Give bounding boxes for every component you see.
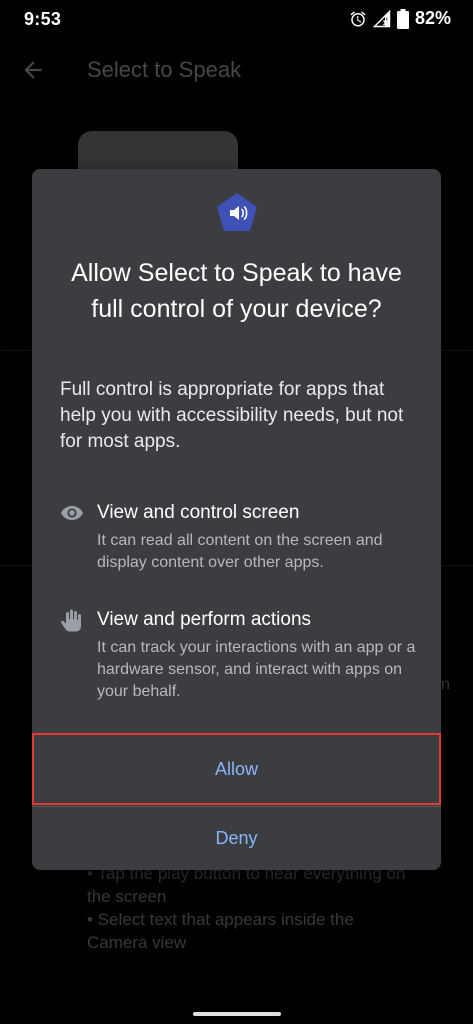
signal-icon: [372, 9, 391, 27]
status-icons: 82%: [349, 8, 451, 29]
battery-icon: [396, 8, 409, 29]
alarm-icon: [350, 10, 366, 26]
status-time: 9:53: [24, 9, 62, 29]
screen: Select to Speak n • Tap the play button …: [0, 0, 473, 1024]
permission-title: View and perform actions: [97, 609, 312, 630]
eye-icon: [61, 506, 83, 520]
permission-dialog: Allow Select to Speak to have full contr…: [32, 169, 441, 870]
allow-highlight-box: [32, 733, 441, 805]
gesture-nav-handle[interactable]: [193, 1012, 281, 1016]
permission-title: View and control screen: [97, 502, 300, 523]
hand-icon: [61, 609, 81, 632]
dialog-title: Allow Select to Speak to have full contr…: [71, 259, 402, 323]
select-to-speak-app-icon: [217, 193, 257, 231]
battery-level: 82%: [414, 8, 451, 28]
status-bar: 9:53 82%: [0, 0, 473, 40]
permission-description: It can track your interactions with an a…: [97, 639, 416, 700]
dialog-description: Full control is appropriate for apps tha…: [60, 379, 404, 452]
permission-description: It can read all content on the screen an…: [97, 532, 383, 571]
deny-button[interactable]: Deny: [32, 806, 441, 870]
